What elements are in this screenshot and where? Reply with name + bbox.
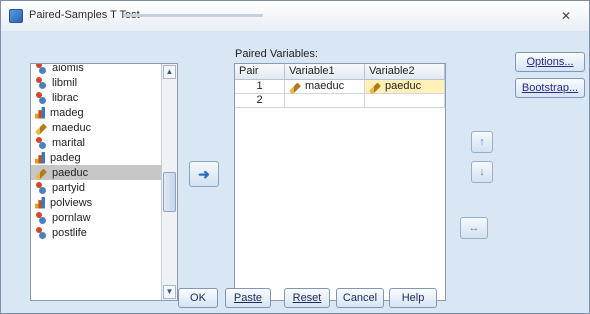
ordinal-icon: [35, 151, 45, 164]
nominal-icon: [35, 76, 47, 89]
ordinal-icon: [35, 106, 45, 119]
variable-label: librac: [52, 91, 79, 104]
paste-label: Paste: [233, 292, 263, 304]
scroll-thumb[interactable]: [163, 172, 176, 212]
variable-list-item[interactable]: pornlaw: [31, 210, 161, 225]
variable-label: aiomis: [52, 63, 84, 74]
scale-icon: [368, 81, 382, 95]
column-header-variable1: Variable1: [285, 64, 365, 80]
reset-label: Reset: [292, 292, 322, 304]
pair-1-variable2[interactable]: paeduc: [365, 80, 445, 95]
variable-list-item[interactable]: postlife: [31, 225, 161, 240]
variable-list-item[interactable]: librac: [31, 90, 161, 105]
variable-label: postlife: [52, 226, 87, 239]
scale-icon: [288, 81, 302, 95]
bootstrap-button[interactable]: Bootstrap...: [515, 78, 585, 98]
nominal-icon: [35, 64, 47, 74]
column-header-pair: Pair: [235, 64, 285, 80]
variable-label: madeg: [50, 106, 84, 119]
variable-label: paeduc: [52, 166, 89, 179]
variable-list-item[interactable]: paeduc: [31, 165, 161, 181]
scroll-down-arrow[interactable]: ▼: [163, 285, 176, 299]
variable-label: pornlaw: [52, 211, 91, 224]
nominal-icon: [35, 136, 47, 149]
arrow-right-icon: ➜: [198, 166, 210, 182]
variable-list-item[interactable]: madeg: [31, 105, 161, 120]
options-button[interactable]: Options...: [515, 52, 585, 72]
ordinal-icon: [35, 196, 45, 209]
nominal-icon: [35, 226, 47, 239]
paired-samples-dialog: Paired-Samples T Test ✕ postlife pornlaw p…: [0, 0, 590, 314]
column-header-variable2: Variable2: [365, 64, 445, 80]
nominal-icon: [35, 211, 47, 224]
reset-button[interactable]: Reset: [284, 288, 330, 308]
variable-list-item[interactable]: maeduc: [31, 120, 161, 136]
pair-1-variable1[interactable]: maeduc: [285, 80, 365, 95]
variable-label: libmil: [52, 76, 78, 89]
dialog-body: postlife pornlaw polviews partyid paeduc pade…: [1, 31, 589, 313]
variable-list-item[interactable]: aiomis: [31, 63, 161, 75]
help-button[interactable]: Help: [389, 288, 437, 308]
scale-icon: [34, 122, 48, 136]
scale-icon: [34, 167, 48, 181]
cell-text: paeduc: [385, 80, 422, 92]
arrow-down-icon: ↓: [479, 166, 485, 178]
scroll-up-arrow[interactable]: ▲: [163, 65, 176, 79]
variable-list-item[interactable]: marital: [31, 135, 161, 150]
variable-label: polviews: [50, 196, 93, 209]
nominal-icon: [35, 181, 47, 194]
pair-number: 1: [235, 80, 285, 94]
variable-list-item[interactable]: polviews: [31, 195, 161, 210]
pair-number: 2: [235, 94, 285, 108]
list-scrollbar[interactable]: ▲ ▼: [161, 64, 177, 300]
title-redacted: [123, 14, 263, 17]
variable-label: partyid: [52, 181, 86, 194]
move-down-button[interactable]: ↓: [471, 161, 493, 183]
close-button[interactable]: ✕: [555, 7, 577, 25]
paired-variables-table[interactable]: Pair Variable1 Variable2 1 maeduc paeduc…: [234, 63, 446, 301]
source-variable-list[interactable]: postlife pornlaw polviews partyid paeduc pade…: [30, 63, 178, 301]
variable-label: marital: [52, 136, 86, 149]
paste-button[interactable]: Paste: [225, 288, 271, 308]
move-up-button[interactable]: ↑: [471, 131, 493, 153]
variable-label: maeduc: [52, 121, 92, 134]
arrow-up-icon: ↑: [479, 136, 485, 148]
title-bar[interactable]: Paired-Samples T Test ✕: [1, 1, 589, 31]
pair-2-variable1[interactable]: [285, 94, 365, 108]
pair-2-variable2[interactable]: [365, 94, 445, 108]
variable-list-item[interactable]: partyid: [31, 180, 161, 195]
nominal-icon: [35, 91, 47, 104]
paired-variables-label: Paired Variables:: [235, 48, 318, 60]
ok-button[interactable]: OK: [178, 288, 218, 308]
move-variable-button[interactable]: ➜: [189, 161, 219, 187]
swap-icon: ↔: [468, 222, 480, 234]
swap-button[interactable]: ↔: [460, 217, 488, 239]
variable-label: padeg: [50, 151, 81, 164]
cancel-button[interactable]: Cancel: [336, 288, 384, 308]
variable-list-item[interactable]: libmil: [31, 75, 161, 90]
cell-text: maeduc: [305, 80, 345, 92]
app-icon: [9, 9, 23, 23]
variable-list-item[interactable]: padeg: [31, 150, 161, 165]
